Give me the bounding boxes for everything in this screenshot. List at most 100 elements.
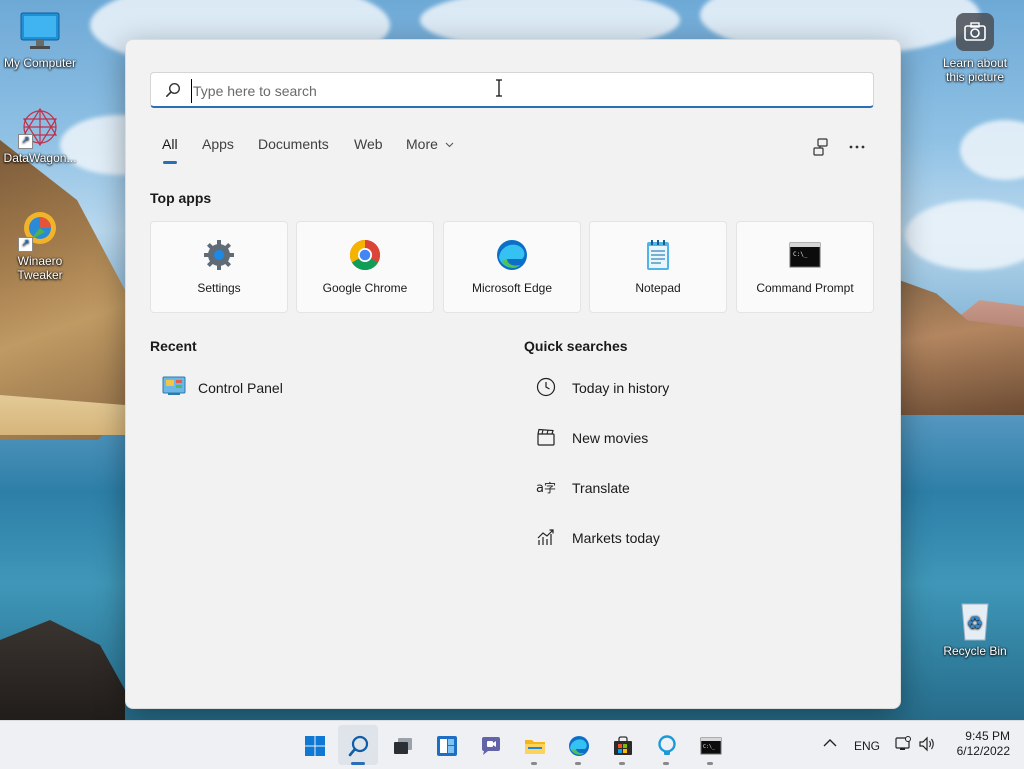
start-button[interactable] bbox=[294, 725, 334, 765]
app-tile-label: Settings bbox=[197, 281, 241, 295]
svg-text:C:\_: C:\_ bbox=[793, 251, 808, 258]
tab-all[interactable]: All bbox=[162, 136, 178, 152]
desktop-icon-datawagon[interactable]: ↗ DataWagon... bbox=[0, 105, 80, 165]
task-view-button[interactable] bbox=[382, 725, 422, 765]
running-indicator bbox=[663, 762, 669, 765]
quick-search-translate[interactable]: a 字 Translate bbox=[524, 472, 864, 504]
edge-icon bbox=[569, 736, 589, 756]
language-indicator[interactable]: ENG bbox=[854, 739, 880, 753]
volume-icon[interactable] bbox=[918, 736, 936, 752]
rock-scenery bbox=[0, 620, 125, 720]
app-tile-label: Notepad bbox=[635, 281, 681, 295]
recycle-bin-icon: ♻ bbox=[953, 600, 997, 642]
chevron-down-icon bbox=[445, 142, 454, 148]
edge-taskbar-button[interactable] bbox=[558, 725, 598, 765]
shortcut-arrow-icon: ↗ bbox=[18, 237, 33, 252]
cliff-scenery bbox=[0, 140, 140, 440]
cortana-button[interactable] bbox=[646, 725, 686, 765]
command-prompt-icon: C:\_ bbox=[700, 737, 722, 755]
app-tile-label: Google Chrome bbox=[322, 281, 408, 295]
clock-date: 6/12/2022 bbox=[956, 744, 1010, 758]
search-input[interactable] bbox=[191, 79, 855, 103]
network-icon[interactable] bbox=[894, 736, 912, 752]
recent-title: Recent bbox=[150, 338, 197, 354]
tab-apps[interactable]: Apps bbox=[202, 136, 234, 152]
quick-search-label: Today in history bbox=[572, 380, 670, 396]
chat-icon bbox=[482, 737, 500, 755]
notepad-icon bbox=[641, 238, 675, 272]
winaero-tweaker-icon: ↗ bbox=[18, 208, 62, 252]
app-tile-command-prompt[interactable]: C:\_ Command Prompt bbox=[736, 221, 874, 313]
quick-search-label: Markets today bbox=[572, 530, 660, 546]
file-explorer-button[interactable] bbox=[514, 725, 554, 765]
tab-web[interactable]: Web bbox=[354, 136, 383, 152]
tab-documents[interactable]: Documents bbox=[258, 136, 329, 152]
chevron-up-icon[interactable] bbox=[823, 738, 837, 748]
widgets-icon bbox=[437, 736, 457, 756]
translate-icon: a 字 bbox=[536, 480, 556, 496]
clock-time: 9:45 PM bbox=[965, 729, 1010, 743]
store-button[interactable] bbox=[602, 725, 642, 765]
clock[interactable]: 9:45 PM 6/12/2022 bbox=[944, 729, 1010, 759]
search-box[interactable] bbox=[150, 72, 874, 108]
desktop-icon-winaero-tweaker[interactable]: ↗ Winaero Tweaker bbox=[0, 208, 80, 282]
app-tile-notepad[interactable]: Notepad bbox=[589, 221, 727, 313]
quick-search-today-in-history[interactable]: Today in history bbox=[524, 372, 864, 404]
quick-search-label: New movies bbox=[572, 430, 649, 446]
terminal-button[interactable]: C:\_ bbox=[690, 725, 730, 765]
desktop-icon-recycle-bin[interactable]: ♻ Recycle Bin bbox=[935, 600, 1015, 658]
more-options-icon[interactable] bbox=[846, 136, 868, 158]
control-panel-icon bbox=[162, 376, 186, 395]
desktop-icon-label: Winaero Tweaker bbox=[17, 254, 63, 282]
chat-button[interactable] bbox=[470, 725, 510, 765]
taskbar-search-button[interactable] bbox=[338, 725, 378, 765]
quick-search-label: Translate bbox=[572, 480, 630, 496]
running-indicator bbox=[575, 762, 581, 765]
svg-text:♻: ♻ bbox=[967, 613, 983, 634]
settings-gear-icon bbox=[202, 238, 236, 272]
monitor-icon bbox=[18, 10, 62, 54]
clock-icon bbox=[536, 377, 556, 397]
app-tile-google-chrome[interactable]: Google Chrome bbox=[296, 221, 434, 313]
chart-icon bbox=[537, 529, 554, 545]
text-cursor-icon bbox=[496, 79, 502, 97]
recent-item-label: Control Panel bbox=[198, 380, 283, 396]
app-tile-label: Microsoft Edge bbox=[471, 281, 553, 295]
store-icon bbox=[614, 736, 632, 755]
edge-icon bbox=[495, 238, 529, 272]
search-icon bbox=[165, 82, 181, 97]
active-tab-indicator bbox=[163, 161, 177, 164]
active-indicator bbox=[351, 762, 365, 765]
windows-logo-icon bbox=[305, 736, 325, 756]
svg-text:字: 字 bbox=[544, 480, 556, 495]
datawagon-icon: ↗ bbox=[18, 105, 62, 149]
task-view-icon bbox=[394, 738, 412, 754]
desktop-icon-learn-about-picture[interactable]: Learn about this picture bbox=[935, 12, 1015, 84]
running-indicator bbox=[619, 762, 625, 765]
tab-more-label: More bbox=[406, 136, 438, 152]
quick-search-new-movies[interactable]: New movies bbox=[524, 422, 864, 454]
quick-search-markets-today[interactable]: Markets today bbox=[524, 522, 864, 554]
app-tile-settings[interactable]: Settings bbox=[150, 221, 288, 313]
chrome-icon bbox=[348, 238, 382, 272]
running-indicator bbox=[707, 762, 713, 765]
desktop-icon-label: Learn about this picture bbox=[942, 56, 1008, 84]
search-icon bbox=[348, 735, 369, 757]
svg-text:a: a bbox=[536, 481, 544, 496]
app-tile-microsoft-edge[interactable]: Microsoft Edge bbox=[443, 221, 581, 313]
desktop-icon-my-computer[interactable]: My Computer bbox=[0, 10, 80, 70]
widgets-button[interactable] bbox=[426, 725, 466, 765]
taskbar: C:\_ ENG 9:45 PM 6/12/2022 bbox=[0, 720, 1024, 769]
share-search-icon[interactable] bbox=[810, 136, 832, 158]
app-tile-label: Command Prompt bbox=[756, 281, 854, 295]
desktop-icon-label: Recycle Bin bbox=[943, 644, 1007, 658]
camera-icon bbox=[955, 12, 995, 52]
top-apps-title: Top apps bbox=[150, 190, 212, 206]
svg-text:C:\_: C:\_ bbox=[703, 744, 716, 750]
folder-icon bbox=[525, 740, 545, 754]
running-indicator bbox=[531, 762, 537, 765]
lightbulb-icon bbox=[658, 735, 676, 755]
tab-more[interactable]: More bbox=[406, 136, 454, 152]
recent-item-control-panel[interactable]: Control Panel bbox=[150, 372, 470, 404]
desktop-icon-label: My Computer bbox=[3, 56, 77, 70]
